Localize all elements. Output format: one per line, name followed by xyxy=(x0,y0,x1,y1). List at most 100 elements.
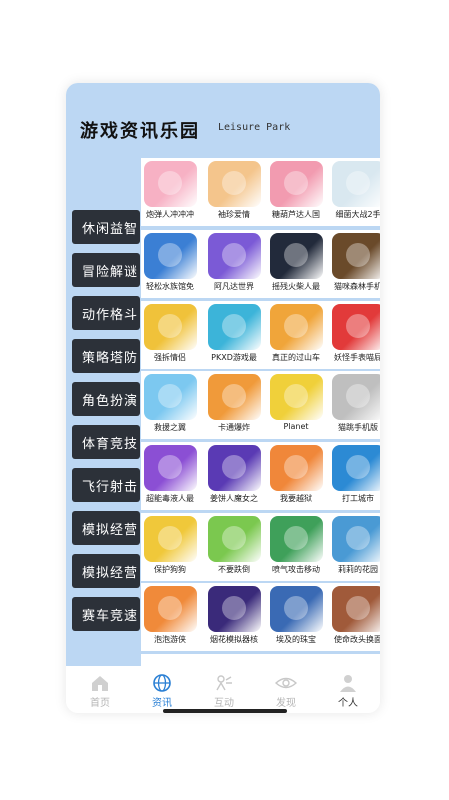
game-tile[interactable]: 猫咪森林手机 xyxy=(332,233,380,297)
game-art xyxy=(158,384,182,408)
content-panel: 游戏资讯乐园 Leisure Park 休闲益智 冒险解谜 动作格斗 策略塔防 … xyxy=(66,83,380,666)
game-icon xyxy=(270,304,323,350)
game-tile[interactable]: 真正的过山车 xyxy=(270,304,323,368)
game-tile[interactable]: 细菌大战2手 xyxy=(332,161,380,225)
game-label: 我要越狱 xyxy=(280,494,312,503)
game-label: PKXD游戏最 xyxy=(211,353,257,362)
game-tile[interactable]: Planet xyxy=(270,374,323,438)
game-icon xyxy=(208,586,261,632)
game-tile[interactable]: 打工城市 xyxy=(332,445,380,509)
game-tile[interactable]: 保护狗狗 xyxy=(144,516,197,580)
category-item[interactable]: 角色扮演 xyxy=(72,382,140,416)
game-tile[interactable]: 埃及的珠宝 xyxy=(270,586,323,650)
game-tile[interactable]: 使命改头换面 xyxy=(332,586,380,650)
tab-label: 个人 xyxy=(338,698,358,709)
game-label: 泡泡游侠 xyxy=(154,635,186,644)
eye-icon xyxy=(275,677,297,689)
game-icon xyxy=(208,304,261,350)
game-label: 炮弹人冲冲冲 xyxy=(146,210,194,219)
game-art xyxy=(222,526,246,550)
game-art xyxy=(284,243,308,267)
globe-icon xyxy=(153,674,171,692)
tab-discover[interactable]: 发现 xyxy=(255,666,317,713)
category-item[interactable]: 策略塔防 xyxy=(72,339,140,373)
game-tile[interactable]: 炮弹人冲冲冲 xyxy=(144,161,197,225)
tab-interact[interactable]: 互动 xyxy=(193,666,255,713)
game-tile[interactable]: 烟花模拟器核 xyxy=(208,586,261,650)
game-art xyxy=(284,455,308,479)
game-art xyxy=(222,243,246,267)
tab-label: 发现 xyxy=(276,698,296,709)
tab-profile[interactable]: 个人 xyxy=(317,666,379,713)
tab-label: 首页 xyxy=(90,698,110,709)
game-tile[interactable]: 强拆情侣 xyxy=(144,304,197,368)
game-tile[interactable]: 糖葫芦达人国 xyxy=(270,161,323,225)
game-tile[interactable]: 袖珍爱情 xyxy=(208,161,261,225)
game-label: 真正的过山车 xyxy=(272,353,320,362)
game-icon xyxy=(144,161,197,207)
game-art xyxy=(158,171,182,195)
game-art xyxy=(222,171,246,195)
game-tile[interactable]: 摇残火柴人最 xyxy=(270,233,323,297)
game-art xyxy=(158,526,182,550)
game-label: Planet xyxy=(283,422,309,431)
home-icon xyxy=(92,676,108,691)
interact-icon xyxy=(216,675,232,691)
game-art xyxy=(346,314,370,338)
category-item[interactable]: 飞行射击 xyxy=(72,468,140,502)
game-icon xyxy=(270,516,323,562)
tab-home[interactable]: 首页 xyxy=(69,666,131,713)
category-item[interactable]: 模拟经营 xyxy=(72,511,140,545)
game-icon xyxy=(332,586,380,632)
tab-label: 资讯 xyxy=(152,698,172,709)
category-item[interactable]: 休闲益智 xyxy=(72,210,140,244)
game-row: 泡泡游侠 烟花模拟器核 埃及的珠宝 使命改头换面 xyxy=(141,583,380,651)
bottom-tab-bar: 首页 资讯 互动 发现 个人 xyxy=(66,666,380,713)
game-tile[interactable]: 我要越狱 xyxy=(270,445,323,509)
game-art xyxy=(284,526,308,550)
game-icon xyxy=(270,445,323,491)
game-art xyxy=(284,596,308,620)
game-label: 强拆情侣 xyxy=(154,353,186,362)
page-title: 游戏资讯乐园 xyxy=(80,121,200,142)
game-label: 救援之翼 xyxy=(154,423,186,432)
game-tile[interactable]: 妖怪手表喵屁 xyxy=(332,304,380,368)
game-art xyxy=(346,243,370,267)
game-art xyxy=(284,314,308,338)
game-label: 妖怪手表喵屁 xyxy=(334,353,380,362)
game-label: 打工城市 xyxy=(342,494,374,503)
game-row: 强拆情侣 PKXD游戏最 真正的过山车 妖怪手表喵屁 xyxy=(141,301,380,369)
game-tile[interactable]: 莉莉的花园 xyxy=(332,516,380,580)
game-art xyxy=(284,384,308,408)
category-item[interactable]: 动作格斗 xyxy=(72,296,140,330)
game-tile[interactable]: 救援之翼 xyxy=(144,374,197,438)
category-item[interactable]: 赛车竞速 xyxy=(72,597,140,631)
game-icon xyxy=(332,161,380,207)
game-label: 喷气攻击移动 xyxy=(272,565,320,574)
category-item[interactable]: 体育竞技 xyxy=(72,425,140,459)
game-tile[interactable]: 猫跳手机版 xyxy=(332,374,380,438)
game-tile[interactable]: 轻松水族馆免 xyxy=(144,233,197,297)
game-row: 超能毒液人最 姜饼人魔女之 我要越狱 打工城市 xyxy=(141,442,380,510)
game-icon xyxy=(270,233,323,279)
game-tile[interactable]: 泡泡游侠 xyxy=(144,586,197,650)
category-item[interactable]: 冒险解谜 xyxy=(72,253,140,287)
game-icon xyxy=(144,304,197,350)
game-row: 炮弹人冲冲冲 袖珍爱情 糖葫芦达人国 细菌大战2手 xyxy=(141,158,380,226)
game-tile[interactable]: 卡通爆炸 xyxy=(208,374,261,438)
game-label: 摇残火柴人最 xyxy=(272,282,320,291)
game-tile[interactable]: PKXD游戏最 xyxy=(208,304,261,368)
game-art xyxy=(222,596,246,620)
tab-news[interactable]: 资讯 xyxy=(131,666,193,713)
game-grid: 炮弹人冲冲冲 袖珍爱情 糖葫芦达人国 细菌大战2手 轻松水族馆免 阿凡达世界 摇残火柴人最猫… xyxy=(141,158,380,666)
game-icon xyxy=(144,233,197,279)
game-tile[interactable]: 阿凡达世界 xyxy=(208,233,261,297)
game-tile[interactable]: 超能毒液人最 xyxy=(144,445,197,509)
game-icon xyxy=(332,374,380,420)
game-tile[interactable]: 姜饼人魔女之 xyxy=(208,445,261,509)
game-tile[interactable]: 不要跌倒 xyxy=(208,516,261,580)
game-tile[interactable]: 喷气攻击移动 xyxy=(270,516,323,580)
game-art xyxy=(346,171,370,195)
category-item[interactable]: 模拟经营 xyxy=(72,554,140,588)
category-list: 休闲益智 冒险解谜 动作格斗 策略塔防 角色扮演 体育竞技 飞行射击 模拟经营 … xyxy=(72,210,140,640)
